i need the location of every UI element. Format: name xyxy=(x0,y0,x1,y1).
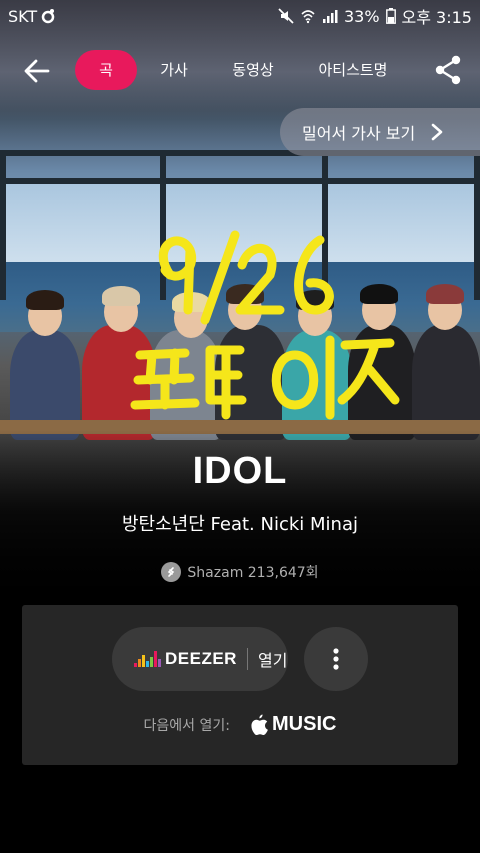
scribble-stroke xyxy=(130,348,200,410)
signal-icon xyxy=(322,8,338,24)
swipe-lyrics-hint[interactable]: 밀어서 가사 보기 xyxy=(280,108,480,156)
window-transom-mid xyxy=(0,178,480,184)
more-vertical-icon xyxy=(333,648,339,670)
tab-song[interactable]: 곡 xyxy=(75,50,137,90)
member-hair xyxy=(26,290,64,310)
scribble-stroke xyxy=(205,345,247,420)
shazam-icon xyxy=(161,562,182,582)
deezer-label: DEEZER xyxy=(165,649,237,668)
clock: 오후 3:15 xyxy=(401,8,472,27)
scribble-stroke xyxy=(294,235,334,315)
open-in-label: 다음에서 열기: xyxy=(143,717,230,734)
deezer-open-button[interactable]: DEEZER 열기 xyxy=(112,627,288,691)
apple-music-label: MUSIC xyxy=(272,713,337,735)
mute-icon xyxy=(278,8,294,24)
swipe-lyrics-label: 밀어서 가사 보기 xyxy=(302,124,416,143)
share-button[interactable] xyxy=(432,54,464,86)
shazam-count: Shazam 213,647회 xyxy=(187,565,319,581)
scribble-stroke xyxy=(337,338,400,405)
window-mullion xyxy=(0,150,6,300)
chevron-right-icon xyxy=(431,123,443,141)
scribble-stroke xyxy=(200,230,240,325)
artist-name: 방탄소년단 Feat. Nicki Minaj xyxy=(122,514,358,535)
member-hair xyxy=(426,284,464,304)
more-options-button[interactable] xyxy=(304,627,368,691)
shazam-count-row: Shazam 213,647회 xyxy=(0,562,480,582)
top-nav: 곡 가사 동영상 아티스트명 xyxy=(0,48,480,92)
scribble-stroke xyxy=(158,236,197,315)
apple-music-link[interactable]: MUSIC xyxy=(250,713,336,736)
deezer-divider xyxy=(246,648,248,670)
battery-icon xyxy=(385,8,396,24)
wifi-icon xyxy=(300,8,316,24)
carrier-logo-icon xyxy=(41,8,55,24)
battery-percent: 33% xyxy=(343,6,380,26)
open-in-row: 다음에서 열기: MUSIC xyxy=(22,713,458,736)
song-title: IDOL xyxy=(192,450,288,492)
tab-lyrics[interactable]: 가사 xyxy=(148,50,200,90)
open-in-card: DEEZER 열기 다음에서 열기: MUSIC xyxy=(22,605,458,765)
status-bar: SKT 33% 오후 3:15 xyxy=(0,0,480,32)
back-button[interactable] xyxy=(22,56,52,86)
apple-logo-icon xyxy=(251,714,268,735)
window-mullion xyxy=(474,150,480,300)
deezer-open-label: 열기 xyxy=(257,651,288,670)
tab-artist[interactable]: 아티스트명 xyxy=(308,50,398,90)
scribble-stroke xyxy=(235,244,285,315)
tab-video[interactable]: 동영상 xyxy=(222,50,284,90)
deezer-logo-icon xyxy=(134,651,161,667)
share-icon xyxy=(435,55,461,85)
carrier-label: SKT xyxy=(8,6,38,26)
arrow-left-icon xyxy=(24,59,50,83)
handwriting-overlay xyxy=(130,230,400,420)
scribble-stroke xyxy=(271,335,335,420)
